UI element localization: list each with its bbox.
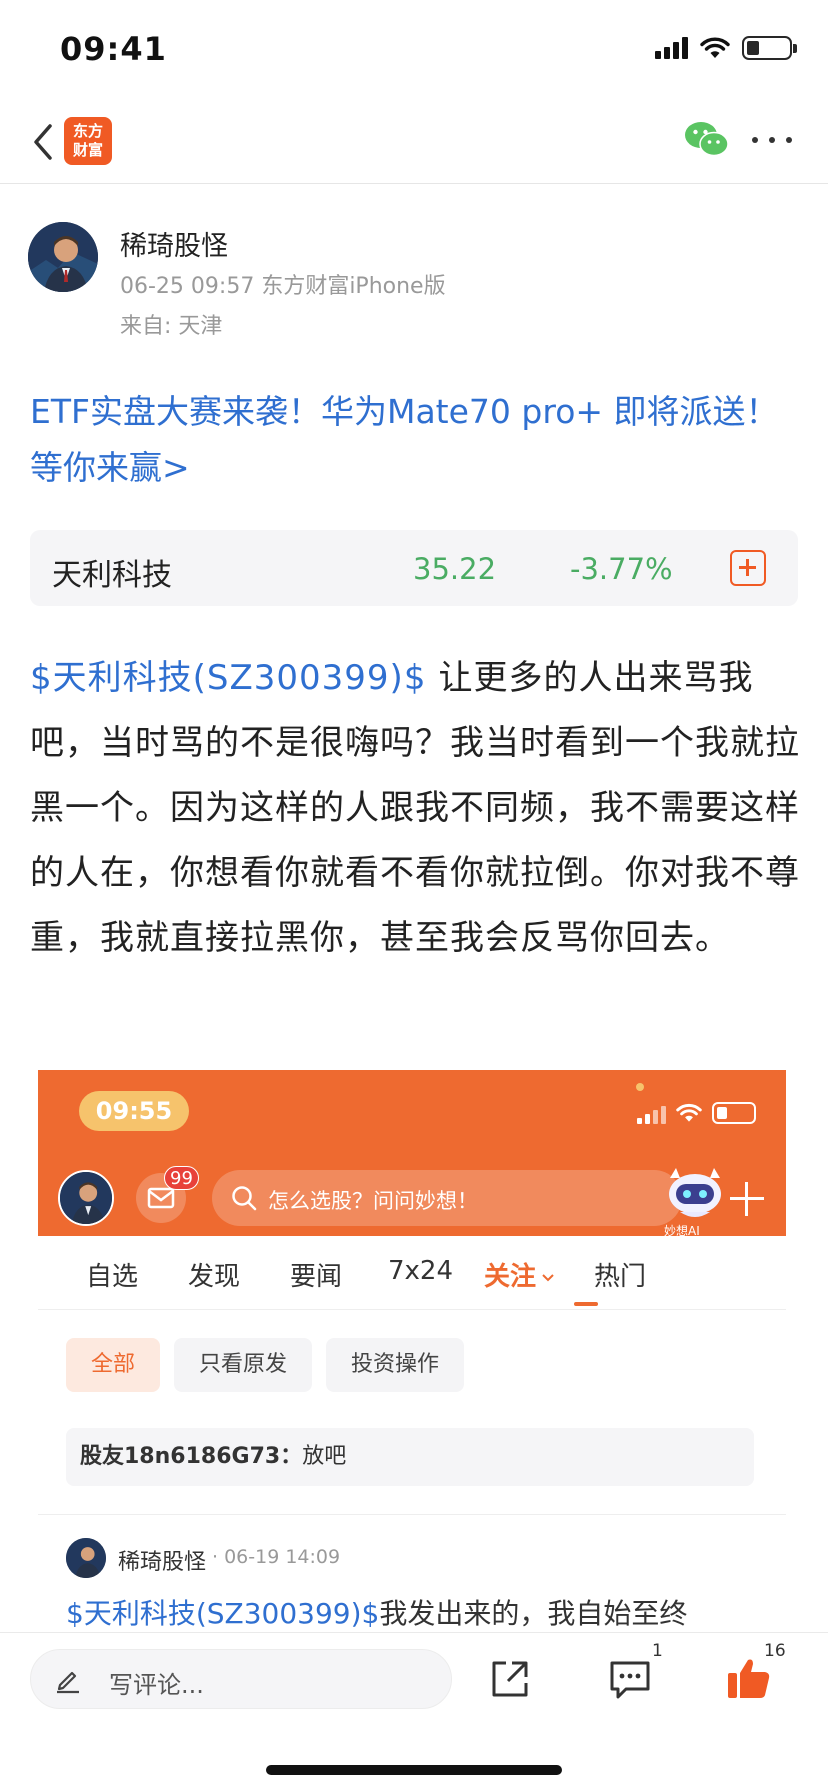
stock-tag-link[interactable]: $天利科技(SZ300399)$	[30, 658, 426, 698]
status-bar: 09:41	[0, 0, 828, 100]
image-signal-icon	[637, 1102, 666, 1124]
thumbs-up-icon[interactable]	[726, 1655, 772, 1701]
image-author-time: · 06-19 14:09	[212, 1546, 341, 1568]
wifi-icon	[700, 37, 730, 58]
image-tab-bar: 自选 发现 要闻 7x24 关注 热门	[38, 1236, 786, 1310]
image-tab-following: 关注	[484, 1256, 556, 1293]
image-tab-discover: 发现	[188, 1262, 241, 1292]
status-time: 09:41	[60, 30, 167, 68]
image-app-header: 09:55 99 怎么选股？问问妙想！ 妙想AI	[38, 1070, 786, 1238]
pen-icon	[57, 1671, 79, 1694]
image-divider	[38, 1514, 786, 1515]
image-chip-original: 只看原发	[174, 1338, 312, 1392]
image-tab-hot: 热门	[594, 1262, 647, 1292]
author-name[interactable]: 稀琦股怪	[120, 224, 228, 263]
image-comment-preview: 股友18n6186G73：放吧	[66, 1428, 754, 1486]
image-indicator-dot	[636, 1083, 644, 1091]
image-chip-operations: 投资操作	[326, 1338, 464, 1392]
image-post-text: $天利科技(SZ300399)$我发出来的，我自始至终	[66, 1597, 688, 1630]
image-search-icon	[232, 1186, 257, 1211]
chevron-down-icon	[542, 1273, 554, 1281]
comment-input[interactable]: 写评论...	[30, 1649, 452, 1709]
more-icon[interactable]	[752, 130, 792, 150]
wechat-icon[interactable]	[684, 120, 730, 160]
image-tab-watchlist: 自选	[86, 1262, 139, 1292]
logo-line2: 财富	[72, 141, 103, 159]
eastmoney-logo: 东方 财富	[64, 117, 112, 165]
author-section: 稀琦股怪 06-25 09:57 东方财富iPhone版 来自: 天津	[28, 222, 808, 342]
bottom-action-bar: 写评论... 1 16	[0, 1632, 828, 1792]
image-tab-7x24: 7x24	[388, 1256, 454, 1286]
logo-line1: 东方	[72, 122, 103, 140]
comment-placeholder: 写评论...	[109, 1671, 204, 1699]
status-icons	[655, 36, 797, 60]
image-post-tag: $天利科技(SZ300399)$	[66, 1597, 380, 1630]
image-comment-user: 股友18n6186G73：	[80, 1444, 303, 1469]
image-search-placeholder: 怎么选股？问问妙想！	[268, 1189, 478, 1213]
image-author-name: 稀琦股怪	[118, 1550, 207, 1575]
image-author-avatar	[66, 1538, 106, 1578]
home-indicator	[266, 1765, 562, 1775]
post-meta: 06-25 09:57 东方财富iPhone版	[120, 274, 446, 299]
image-plus-icon	[730, 1182, 764, 1216]
author-avatar[interactable]	[28, 222, 98, 292]
image-comment-text: 放吧	[302, 1444, 347, 1469]
battery-icon	[742, 36, 797, 60]
image-status-icons	[637, 1102, 756, 1124]
image-battery-icon	[712, 1102, 756, 1124]
cellular-signal-icon	[655, 37, 688, 59]
ai-robot-icon	[669, 1168, 721, 1217]
stock-change: -3.77%	[570, 552, 673, 586]
post-location: 来自: 天津	[120, 314, 223, 339]
battery-level	[747, 41, 759, 55]
back-icon[interactable]	[24, 118, 64, 166]
image-user-avatar	[58, 1170, 114, 1226]
like-count: 16	[764, 1641, 786, 1661]
add-watchlist-icon[interactable]	[730, 550, 766, 586]
comment-count: 1	[652, 1641, 663, 1661]
nav-bar: 东方 财富	[0, 100, 828, 184]
stock-card[interactable]: 天利科技 35.22 -3.77%	[30, 530, 798, 606]
post-body: $天利科技(SZ300399)$ 让更多的人出来骂我吧，当时骂的不是很嗨吗？我当时…	[30, 646, 800, 971]
image-mail-badge: 99	[164, 1166, 199, 1190]
share-icon[interactable]	[488, 1657, 532, 1701]
image-tab-news: 要闻	[290, 1262, 343, 1292]
image-tab-underline	[574, 1302, 598, 1306]
stock-price: 35.22	[413, 552, 497, 586]
promo-link[interactable]: ETF实盘大赛来袭！华为Mate70 pro+ 即将派送！等你来赢>	[30, 384, 790, 496]
image-wifi-icon	[676, 1103, 702, 1122]
stock-name: 天利科技	[52, 558, 172, 593]
image-chip-all: 全部	[66, 1338, 160, 1392]
post-text: 让更多的人出来骂我吧，当时骂的不是很嗨吗？我当时看到一个我就拉黑一个。因为这样的…	[30, 658, 800, 958]
comment-icon[interactable]	[608, 1657, 652, 1701]
post-image[interactable]: 09:55 99 怎么选股？问问妙想！ 妙想AI 自选 发现 要闻 7x24 关…	[38, 1070, 786, 1630]
image-status-time: 09:55	[79, 1091, 189, 1131]
image-search-bar: 怎么选股？问问妙想！	[212, 1170, 682, 1226]
